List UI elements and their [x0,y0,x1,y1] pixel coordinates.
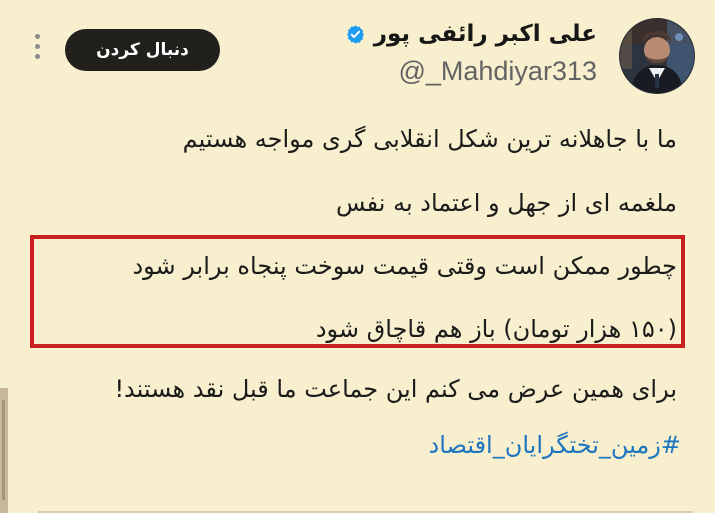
more-options-icon[interactable] [32,32,42,62]
tweet-header: علی اکبر رائفی پور @_Mahdiyar313 [346,19,597,85]
more-dot-bottom [35,54,40,59]
user-avatar[interactable] [619,18,695,94]
verified-badge-icon [346,24,364,44]
more-dot-top [35,34,40,39]
more-dot-middle [35,44,40,49]
follow-button[interactable]: دنبال کردن [65,29,220,71]
tweet-line-5: برای همین عرض می کنم این جماعت ما قبل نق… [114,375,677,403]
left-edge-strip [0,388,8,513]
name-row: علی اکبر رائفی پور [346,19,597,49]
hashtag-link[interactable]: #زمین_تختگرایان_اقتصاد [429,433,681,457]
display-name[interactable]: علی اکبر رائفی پور [374,22,597,46]
tweet-screenshot: علی اکبر رائفی پور @_Mahdiyar313 دنبال ک… [0,0,715,513]
tweet-line-2: ملغمه ای از جهل و اعتماد به نفس [336,189,677,217]
avatar-image [620,19,694,93]
user-handle[interactable]: @_Mahdiyar313 [377,58,597,85]
tweet-line-1: ما با جاهلانه ترین شکل انقلابی گری مواجه… [182,125,677,153]
left-edge-strip-inner [2,400,5,500]
highlight-box [30,235,685,348]
